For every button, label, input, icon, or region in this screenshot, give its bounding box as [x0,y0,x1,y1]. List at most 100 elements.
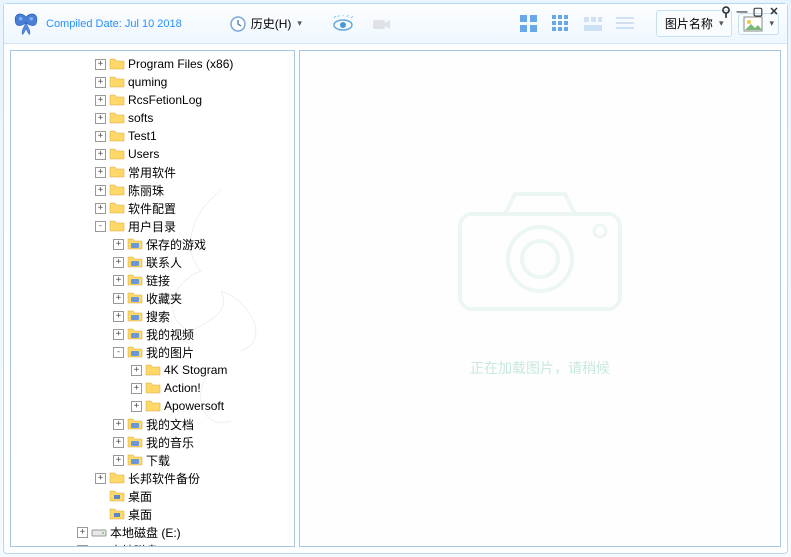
grid-large-view-button[interactable] [518,13,540,35]
tree-item[interactable]: + 收藏夹 [11,289,294,307]
expand-icon[interactable]: + [95,203,106,214]
tree-item[interactable]: + softs [11,109,294,127]
filmstrip-view-button[interactable] [582,13,604,35]
tree-item[interactable]: + 我的视频 [11,325,294,343]
tree-item[interactable]: + 长邦软件备份 [11,469,294,487]
tree-item-label: 我的音乐 [146,434,194,451]
tree-item-label: quming [128,75,167,89]
tree-item[interactable]: +4K Stogram [11,361,294,379]
tree-item-label: 长邦软件备份 [128,470,200,487]
expand-icon[interactable]: + [77,527,88,538]
tree-item[interactable]: + 本地磁盘 (F:) [11,541,294,546]
tree-item[interactable]: -我的图片 [11,343,294,361]
expand-icon[interactable]: + [95,59,106,70]
expand-icon[interactable]: + [95,473,106,484]
details-view-button[interactable] [614,13,636,35]
camera-watermark-icon [450,179,630,319]
tree-item-label: 本地磁盘 (F:) [110,542,180,547]
tree-item[interactable]: +搜索 [11,307,294,325]
folder-icon [145,362,161,378]
expand-icon[interactable]: + [95,131,106,142]
tree-item[interactable]: + 我的音乐 [11,433,294,451]
tree-item[interactable]: 桌面 [11,505,294,523]
tree-item[interactable]: + Action! [11,379,294,397]
expand-icon[interactable]: + [95,185,106,196]
tree-item[interactable]: +常用软件 [11,163,294,181]
view-mode-group [518,13,636,35]
tree-item[interactable]: +Apowersoft [11,397,294,415]
tree-item-label: 下载 [146,452,170,469]
tree-item[interactable]: + Test1 [11,127,294,145]
expand-icon[interactable]: + [95,167,106,178]
folder-icon [109,146,125,162]
tree-item[interactable]: + quming [11,73,294,91]
tree-item[interactable]: +陈丽珠 [11,181,294,199]
expand-icon[interactable]: + [113,275,124,286]
drive-icon [91,542,107,546]
tree-item[interactable]: + 保存的游戏 [11,235,294,253]
expand-icon[interactable]: + [131,365,142,376]
folder-icon [109,92,125,108]
grid-large-icon [520,15,538,33]
camera-button[interactable] [365,11,399,37]
tree-item[interactable]: + 下载 [11,451,294,469]
folder-icon [109,470,125,486]
tree-item-label: 收藏夹 [146,290,182,307]
tree-item-label: Test1 [128,129,157,143]
drive-icon [91,524,107,540]
expand-icon[interactable]: + [113,311,124,322]
tree-item[interactable]: +链接 [11,271,294,289]
folder-tree[interactable]: + Program Files (x86) + quming +RcsFetionLog… [11,51,294,546]
expand-icon[interactable]: + [95,95,106,106]
folder-icon [109,56,125,72]
folder-sp-icon [127,272,143,288]
tree-item[interactable]: +Users [11,145,294,163]
folder-icon [145,380,161,396]
expand-icon[interactable]: + [113,419,124,430]
tree-item[interactable]: + Program Files (x86) [11,55,294,73]
collapse-icon[interactable]: - [113,347,124,358]
collapse-icon[interactable]: - [95,221,106,232]
butterfly-logo-icon [12,10,40,38]
expand-icon[interactable]: + [131,383,142,394]
expand-icon[interactable]: + [131,401,142,412]
tree-item[interactable]: 桌面 [11,487,294,505]
pin-button[interactable]: ⚲ [719,6,733,20]
expand-icon[interactable]: + [95,113,106,124]
clock-icon [229,15,247,33]
content-area: + Program Files (x86) + quming +RcsFetionLog… [4,44,787,553]
expand-icon[interactable]: + [113,455,124,466]
tree-item-label: Program Files (x86) [128,57,233,71]
history-button[interactable]: 历史(H) [222,11,309,37]
folder-desk-icon [109,506,125,522]
tree-item[interactable]: +RcsFetionLog [11,91,294,109]
tree-item[interactable]: -用户目录 [11,217,294,235]
tree-item-label: Action! [164,381,201,395]
expand-icon[interactable]: + [95,77,106,88]
tree-item-label: 我的视频 [146,326,194,343]
tree-item-label: 本地磁盘 (E:) [110,524,181,541]
tree-item-label: 保存的游戏 [146,236,206,253]
expand-icon[interactable]: + [95,149,106,160]
expand-icon[interactable]: + [113,437,124,448]
eye-icon [332,15,354,33]
expand-icon[interactable]: + [113,257,124,268]
expand-spacer [95,491,106,502]
tree-item[interactable]: + 我的文档 [11,415,294,433]
folder-icon [145,398,161,414]
maximize-button[interactable]: ▢ [751,6,765,20]
eye-button[interactable] [325,11,361,37]
folder-icon [109,128,125,144]
tree-item[interactable]: + 本地磁盘 (E:) [11,523,294,541]
tree-item[interactable]: +软件配置 [11,199,294,217]
expand-icon[interactable]: + [113,329,124,340]
tree-item-label: softs [128,111,153,125]
expand-icon[interactable]: + [77,545,88,547]
expand-icon[interactable]: + [113,293,124,304]
tree-item-label: 我的文档 [146,416,194,433]
minimize-button[interactable]: — [735,6,749,20]
tree-item[interactable]: +联系人 [11,253,294,271]
grid-small-view-button[interactable] [550,13,572,35]
expand-icon[interactable]: + [113,239,124,250]
close-button[interactable]: ✕ [767,6,781,20]
